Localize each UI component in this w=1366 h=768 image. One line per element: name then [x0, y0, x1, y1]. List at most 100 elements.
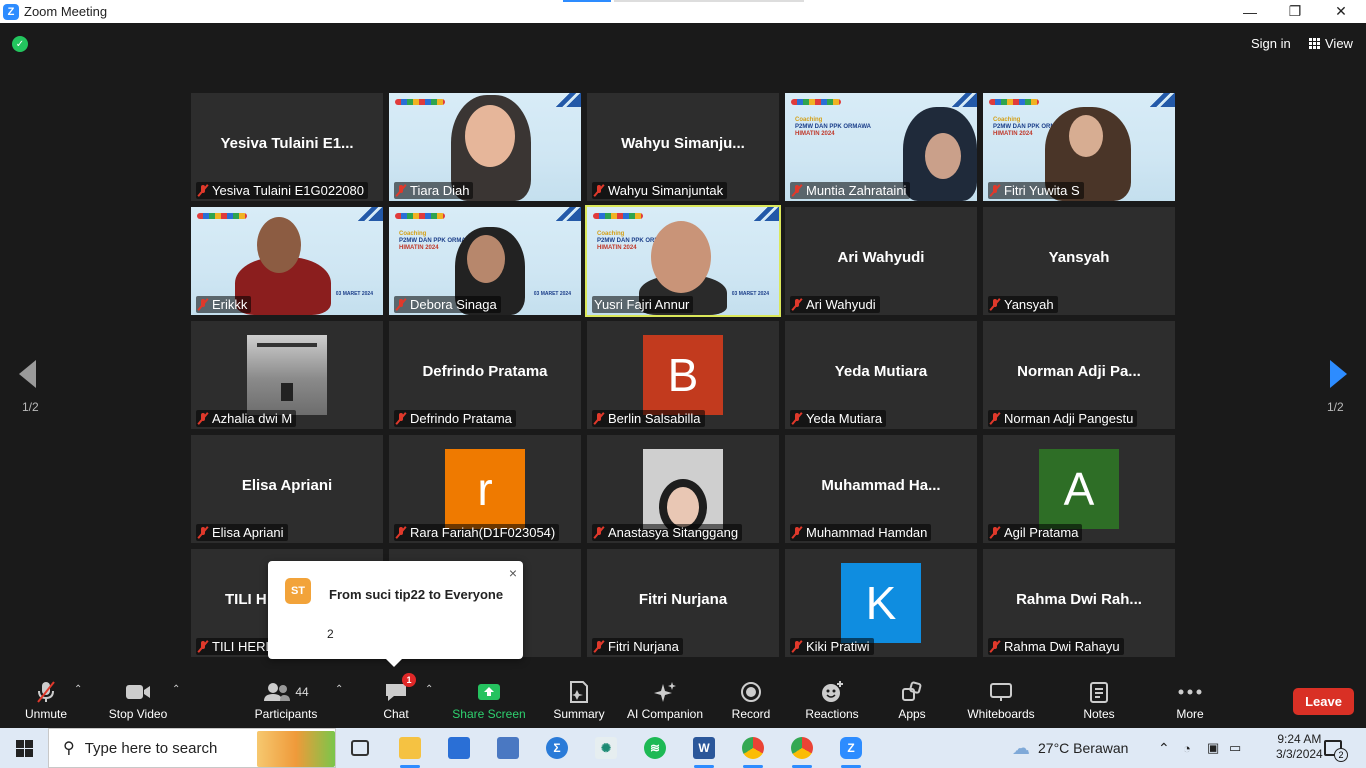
remote-app-icon[interactable]	[488, 732, 528, 764]
participant-tile[interactable]: Norman Adji Pa... Norman Adji Pangestu	[983, 321, 1175, 429]
participant-tile[interactable]: Yesiva Tulaini E1... Yesiva Tulaini E1G0…	[191, 93, 383, 201]
participant-tile[interactable]: Yeda Mutiara Yeda Mutiara	[785, 321, 977, 429]
participant-video-tile[interactable]: Coaching P2MW DAN PPK ORMAWA HIMATIN 2024 …	[785, 93, 977, 201]
video-options-caret-icon[interactable]: ⌃	[172, 684, 180, 695]
participant-tile[interactable]: B Berlin Salsabilla	[587, 321, 779, 429]
audio-options-caret-icon[interactable]: ⌃	[74, 684, 82, 695]
participants-button[interactable]: 44 Participants	[253, 672, 319, 728]
unmute-button[interactable]: Unmute	[20, 672, 72, 728]
participant-name: Kiki Pratiwi	[806, 639, 870, 654]
microsoft-word-icon[interactable]: W	[684, 732, 724, 768]
participant-video-tile[interactable]: Tiara Diah	[389, 93, 581, 201]
participant-video-tile[interactable]: Coaching P2MW DAN PPK ORMAWA HIMATIN 2024 …	[983, 93, 1175, 201]
mic-muted-icon	[990, 298, 1000, 311]
microsoft-store-icon[interactable]	[439, 732, 479, 764]
participants-options-caret-icon[interactable]: ⌃	[335, 684, 343, 695]
previous-page-arrow-icon[interactable]	[19, 360, 36, 388]
participant-tile[interactable]: Azhalia dwi M	[191, 321, 383, 429]
share-screen-button[interactable]: Share Screen	[452, 672, 526, 728]
chrome-profile-icon[interactable]	[782, 732, 822, 768]
whiteboards-button[interactable]: Whiteboards	[964, 672, 1038, 728]
participant-display-name: Wahyu Simanju...	[621, 135, 745, 152]
sigma-app-icon[interactable]: Σ	[537, 732, 577, 764]
participant-tile[interactable]: Wahyu Simanju... Wahyu Simanjuntak	[587, 93, 779, 201]
participants-icon: 44	[263, 679, 309, 705]
participant-video-tile[interactable]: 03 MARET 2024 Erikkk	[191, 207, 383, 315]
participant-tile[interactable]: Anastasya Sitanggang	[587, 435, 779, 543]
system-clock[interactable]: 9:24 AM 3/3/2024	[1276, 732, 1323, 762]
participant-display-name: Ari Wahyudi	[837, 249, 925, 266]
stop-video-button[interactable]: Stop Video	[106, 672, 170, 728]
battery-icon[interactable]: ▭	[1229, 728, 1241, 768]
person-face	[1069, 115, 1103, 157]
participant-name: Wahyu Simanjuntak	[608, 183, 724, 198]
taskbar-search-box[interactable]: ⚲ Type here to search	[48, 728, 336, 768]
weather-widget[interactable]: ☁ 27°C Berawan	[1012, 728, 1128, 768]
participants-count: 44	[295, 685, 309, 699]
security-shield-icon[interactable]: ✓	[12, 36, 28, 52]
chat-notification-title: From suci tip22 to Everyone	[329, 587, 504, 602]
participant-video-tile[interactable]: Coaching P2MW DAN PPK ORMAWA HIMATIN 2024 …	[389, 207, 581, 315]
chrome-icon[interactable]	[733, 732, 773, 768]
view-button[interactable]: View	[1309, 36, 1353, 51]
photo-swing-bar	[257, 343, 317, 347]
participant-name: Erikkk	[212, 297, 248, 312]
participant-name: Rahma Dwi Rahayu	[1004, 639, 1120, 654]
notes-label: Notes	[1083, 707, 1115, 721]
next-page-arrow-icon[interactable]	[1330, 360, 1347, 388]
cast-icon[interactable]: ▣	[1207, 728, 1219, 768]
notification-center-icon[interactable]: 2	[1324, 740, 1348, 762]
participant-tile[interactable]: Fitri Nurjana Fitri Nurjana	[587, 549, 779, 657]
banner-title: Coaching P2MW DAN PPK ORMAWA HIMATIN 2024	[795, 117, 872, 137]
restore-button[interactable]: ❐	[1272, 0, 1318, 23]
participant-name: Ari Wahyudi	[806, 297, 876, 312]
participant-tile[interactable]: Muhammad Ha... Muhammad Hamdan	[785, 435, 977, 543]
mic-muted-icon	[990, 412, 1000, 425]
participant-tile[interactable]: Yansyah Yansyah	[983, 207, 1175, 315]
file-explorer-icon[interactable]	[390, 732, 430, 768]
reactions-button[interactable]: Reactions	[803, 672, 861, 728]
mic-muted-icon	[792, 412, 802, 425]
participant-label: Elisa Apriani	[196, 524, 288, 541]
summary-icon	[569, 679, 589, 705]
participant-tile[interactable]: A Agil Pratama	[983, 435, 1175, 543]
chat-options-caret-icon[interactable]: ⌃	[425, 684, 433, 695]
close-icon[interactable]: ×	[509, 565, 517, 581]
task-view-icon[interactable]	[340, 732, 380, 764]
participant-display-name: Defrindo Pratama	[422, 363, 548, 380]
leave-button[interactable]: Leave	[1293, 688, 1354, 715]
sponsor-logos	[395, 99, 445, 105]
apps-button[interactable]: Apps	[894, 672, 930, 728]
minimize-button[interactable]: —	[1227, 0, 1273, 23]
chatgpt-icon[interactable]: ✺	[586, 732, 626, 764]
participant-tile[interactable]: r Rara Fariah(D1F023054)	[389, 435, 581, 543]
zoom-app-icon[interactable]: Z	[831, 732, 871, 768]
ai-companion-button[interactable]: AI Companion	[625, 672, 705, 728]
participant-name: Yeda Mutiara	[806, 411, 883, 426]
notes-button[interactable]: Notes	[1078, 672, 1120, 728]
close-window-button[interactable]: ✕	[1318, 0, 1364, 23]
drag-handle[interactable]	[563, 0, 611, 2]
participant-label: Muhammad Hamdan	[790, 524, 932, 541]
participant-tile[interactable]: Rahma Dwi Rah... Rahma Dwi Rahayu	[983, 549, 1175, 657]
chat-button[interactable]: 1 Chat	[378, 672, 416, 728]
network-icon[interactable]: ◔	[1183, 728, 1191, 768]
participant-tile[interactable]: Elisa Apriani Elisa Apriani	[191, 435, 383, 543]
record-button[interactable]: Record	[728, 672, 774, 728]
show-hidden-icons-chevron-icon[interactable]: ⌃	[1158, 728, 1170, 768]
mic-muted-icon	[792, 298, 802, 311]
participant-name: Debora Sinaga	[410, 297, 497, 312]
participant-tile[interactable]: Defrindo Pratama Defrindo Pratama	[389, 321, 581, 429]
active-speaker-tile[interactable]: Coaching P2MW DAN PPK ORMAWA HIMATIN 2024 …	[585, 205, 781, 317]
participant-tile[interactable]: K Kiki Pratiwi	[785, 549, 977, 657]
chat-notification[interactable]: ST From suci tip22 to Everyone 2 ×	[268, 561, 523, 667]
more-button[interactable]: More	[1170, 672, 1210, 728]
participant-name: Elisa Apriani	[212, 525, 284, 540]
sign-in-link[interactable]: Sign in	[1251, 36, 1291, 51]
summary-button[interactable]: Summary	[550, 672, 608, 728]
more-dots-icon	[1178, 679, 1202, 705]
participant-tile[interactable]: Ari Wahyudi Ari Wahyudi	[785, 207, 977, 315]
windows-start-icon[interactable]	[16, 740, 33, 757]
spotify-icon[interactable]: ≋	[635, 732, 675, 764]
participant-name: Muhammad Hamdan	[806, 525, 928, 540]
